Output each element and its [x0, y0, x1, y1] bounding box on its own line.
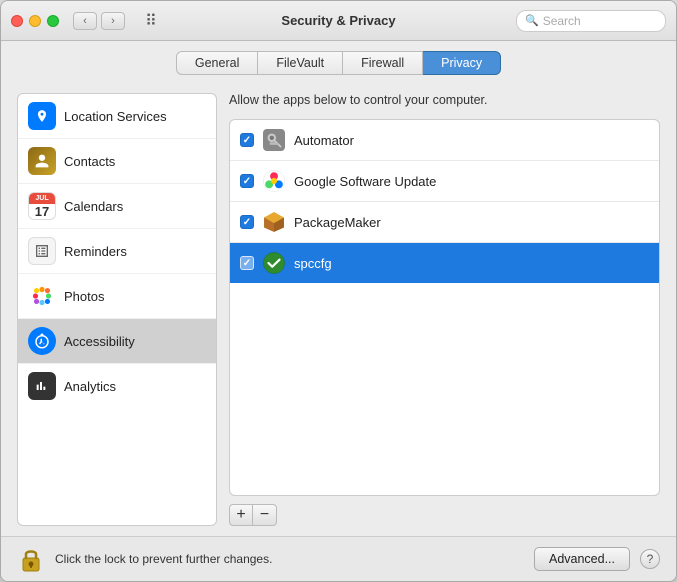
forward-button[interactable]: › [101, 12, 125, 30]
panel-description: Allow the apps below to control your com… [229, 93, 660, 107]
tab-general[interactable]: General [176, 51, 258, 75]
accessibility-label: Accessibility [64, 334, 135, 349]
lock-icon[interactable] [17, 545, 45, 573]
sidebar-item-location-services[interactable]: Location Services [18, 94, 216, 139]
bottom-bar: Click the lock to prevent further change… [1, 536, 676, 581]
app-row-google-software-update[interactable]: ✓ Google Software Update [230, 161, 659, 202]
grid-icon[interactable]: ⠿ [139, 12, 163, 30]
list-controls: + − [229, 504, 660, 526]
check-icon: ✓ [243, 217, 251, 228]
location-services-label: Location Services [64, 109, 167, 124]
google-software-update-icon [262, 169, 286, 193]
location-services-icon [28, 102, 56, 130]
search-icon: 🔍 [525, 14, 539, 27]
tab-firewall[interactable]: Firewall [343, 51, 423, 75]
tab-filevault[interactable]: FileVault [258, 51, 343, 75]
maximize-button[interactable] [47, 15, 59, 27]
app-row-automator[interactable]: ✓ Automator [230, 120, 659, 161]
google-software-update-name: Google Software Update [294, 174, 436, 189]
minimize-button[interactable] [29, 15, 41, 27]
tab-privacy[interactable]: Privacy [423, 51, 501, 75]
photos-icon [28, 282, 56, 310]
automator-checkbox[interactable]: ✓ [240, 133, 254, 147]
titlebar: ‹ › ⠿ Security & Privacy 🔍 Search [1, 1, 676, 41]
automator-icon [262, 128, 286, 152]
app-row-packagemaker[interactable]: ✓ PackageMaker [230, 202, 659, 243]
contacts-icon [28, 147, 56, 175]
sidebar-item-accessibility[interactable]: Accessibility [18, 319, 216, 364]
window: ‹ › ⠿ Security & Privacy 🔍 Search Genera… [0, 0, 677, 582]
sidebar-item-reminders[interactable]: Reminders [18, 229, 216, 274]
packagemaker-icon [262, 210, 286, 234]
spccfg-checkbox[interactable]: ✓ [240, 256, 254, 270]
close-button[interactable] [11, 15, 23, 27]
back-button[interactable]: ‹ [73, 12, 97, 30]
packagemaker-checkbox[interactable]: ✓ [240, 215, 254, 229]
main-content: Location Services Contacts JUL 17 Calend… [1, 83, 676, 536]
remove-app-button[interactable]: − [253, 504, 277, 526]
calendars-label: Calendars [64, 199, 123, 214]
sidebar-item-analytics[interactable]: Analytics [18, 364, 216, 408]
google-software-update-checkbox[interactable]: ✓ [240, 174, 254, 188]
automator-name: Automator [294, 133, 354, 148]
calendar-month: JUL [28, 193, 56, 204]
packagemaker-name: PackageMaker [294, 215, 381, 230]
sidebar-item-calendars[interactable]: JUL 17 Calendars [18, 184, 216, 229]
check-icon: ✓ [243, 135, 251, 146]
analytics-icon [28, 372, 56, 400]
calendars-icon: JUL 17 [28, 192, 56, 220]
check-icon: ✓ [243, 258, 251, 269]
add-app-button[interactable]: + [229, 504, 253, 526]
calendar-day: 17 [35, 204, 49, 219]
accessibility-icon [28, 327, 56, 355]
check-icon: ✓ [243, 176, 251, 187]
traffic-lights [11, 15, 59, 27]
search-placeholder: Search [543, 14, 581, 28]
spccfg-icon [262, 251, 286, 275]
photos-label: Photos [64, 289, 104, 304]
nav-buttons: ‹ › [73, 12, 125, 30]
app-list: ✓ Automator [229, 119, 660, 496]
advanced-button[interactable]: Advanced... [534, 547, 630, 571]
window-title: Security & Privacy [281, 13, 395, 28]
reminders-label: Reminders [64, 244, 127, 259]
sidebar-item-contacts[interactable]: Contacts [18, 139, 216, 184]
help-button[interactable]: ? [640, 549, 660, 569]
contacts-label: Contacts [64, 154, 115, 169]
lock-text: Click the lock to prevent further change… [55, 552, 524, 566]
sidebar: Location Services Contacts JUL 17 Calend… [17, 93, 217, 526]
spccfg-name: spccfg [294, 256, 332, 271]
tabs-bar: General FileVault Firewall Privacy [1, 41, 676, 83]
app-row-spccfg[interactable]: ✓ spccfg [230, 243, 659, 283]
reminders-icon [28, 237, 56, 265]
analytics-label: Analytics [64, 379, 116, 394]
sidebar-item-photos[interactable]: Photos [18, 274, 216, 319]
search-box[interactable]: 🔍 Search [516, 10, 666, 32]
right-panel: Allow the apps below to control your com… [229, 93, 660, 526]
